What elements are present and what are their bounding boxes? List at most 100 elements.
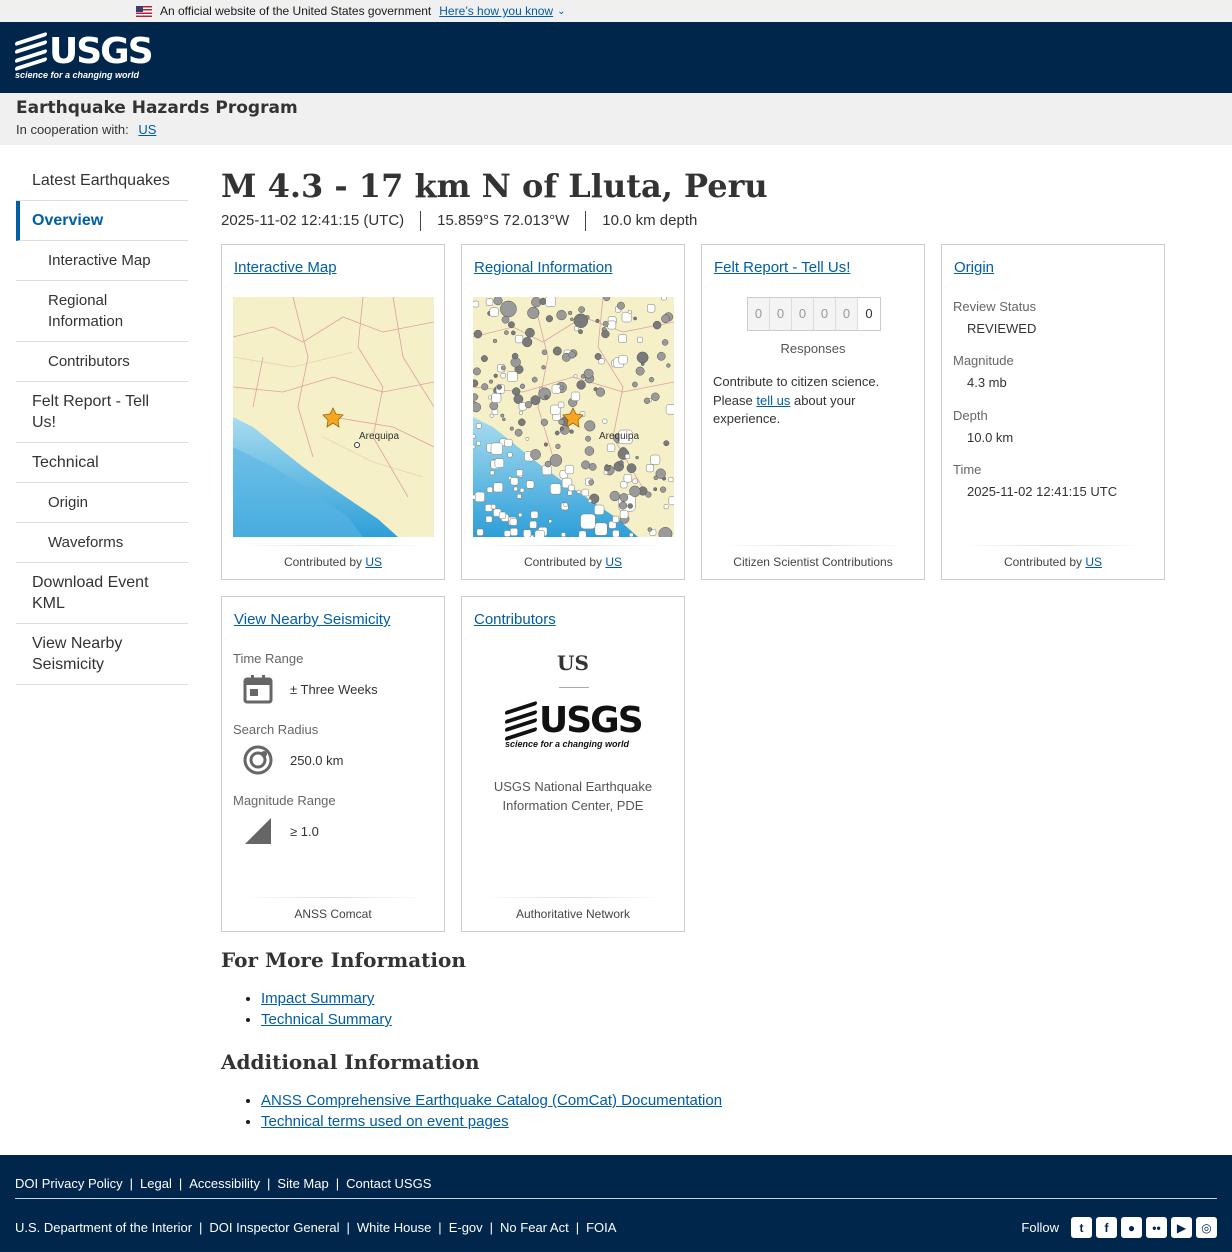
- list-item: Technical terms used on event pages: [261, 1111, 1021, 1132]
- seismicity-marker: [576, 380, 586, 390]
- radius-target-icon: [243, 745, 273, 775]
- card-origin[interactable]: Origin Review Status REVIEWED Magnitude …: [941, 244, 1165, 580]
- twitter-icon[interactable]: t: [1071, 1217, 1092, 1238]
- seismicity-marker: [523, 529, 532, 537]
- comcat-documentation-link[interactable]: ANSS Comprehensive Earthquake Catalog (C…: [261, 1092, 722, 1109]
- tell-us-link[interactable]: tell us: [756, 393, 790, 408]
- contributed-by-link[interactable]: US: [605, 555, 622, 569]
- seismicity-marker: [512, 387, 521, 396]
- footer-link-foia[interactable]: FOIA: [586, 1220, 616, 1235]
- sidebar-item-interactive-map[interactable]: Interactive Map: [16, 241, 188, 281]
- seismicity-marker: [514, 334, 524, 344]
- seismicity-marker: [507, 321, 515, 329]
- regional-information-link[interactable]: Regional Information: [474, 259, 612, 276]
- sidebar-item-latest-earthquakes[interactable]: Latest Earthquakes: [16, 161, 188, 201]
- footer-link-no-fear[interactable]: No Fear Act: [500, 1220, 569, 1235]
- card-interactive-map[interactable]: Interactive Map Arequipa Contributed by …: [221, 244, 445, 580]
- footer-link-white-house[interactable]: White House: [357, 1220, 431, 1235]
- list-item: Impact Summary: [261, 988, 1021, 1009]
- seismicity-marker: [496, 384, 502, 390]
- sidebar-item-waveforms[interactable]: Waveforms: [16, 523, 188, 563]
- usgs-logo[interactable]: USGS science for a changing world: [15, 31, 154, 80]
- sidebar-item-felt-report[interactable]: Felt Report - Tell Us!: [16, 382, 188, 443]
- footer-link-interior[interactable]: U.S. Department of the Interior: [15, 1220, 192, 1235]
- seismicity-marker: [488, 395, 492, 400]
- seismicity-marker: [626, 463, 637, 474]
- seismicity-marker: [663, 440, 670, 447]
- seismicity-marker: [627, 503, 633, 509]
- seismicity-marker: [650, 454, 661, 465]
- counter-digit: 0: [770, 298, 792, 330]
- seismicity-marker: [518, 418, 526, 427]
- youtube-icon[interactable]: ▶: [1171, 1217, 1192, 1238]
- seismicity-marker: [647, 304, 656, 313]
- interactive-map-link[interactable]: Interactive Map: [234, 259, 337, 276]
- sidebar-item-origin[interactable]: Origin: [16, 483, 188, 523]
- usgs-tagline: science for a changing world: [15, 69, 140, 80]
- nearby-seismicity-link[interactable]: View Nearby Seismicity: [234, 611, 390, 628]
- footer-link-inspector-general[interactable]: DOI Inspector General: [209, 1220, 339, 1235]
- counter-digit: 0: [814, 298, 836, 330]
- impact-summary-link[interactable]: Impact Summary: [261, 990, 374, 1007]
- seismicity-marker: [513, 486, 518, 492]
- seismicity-marker: [503, 530, 511, 537]
- sidebar-item-contributors[interactable]: Contributors: [16, 342, 188, 382]
- sidebar-nav: Latest Earthquakes Overview Interactive …: [16, 161, 188, 685]
- counter-digit: 0: [858, 298, 880, 330]
- technical-summary-link[interactable]: Technical Summary: [261, 1011, 392, 1028]
- felt-report-link[interactable]: Felt Report - Tell Us!: [714, 259, 850, 276]
- footer-link-egov[interactable]: E-gov: [449, 1220, 483, 1235]
- seismicity-marker: [609, 490, 620, 502]
- nearby-footer: ANSS Comcat: [222, 897, 444, 921]
- origin-link[interactable]: Origin: [954, 259, 994, 276]
- depth-value: 10.0 km: [967, 430, 1014, 445]
- contributed-by-link[interactable]: US: [365, 555, 382, 569]
- seismicity-marker: [643, 397, 651, 404]
- seismicity-marker: [534, 530, 545, 537]
- regional-map-thumbnail[interactable]: Arequipa: [473, 297, 674, 537]
- follow-social: Follow t f ● •• ▶ ◎: [1021, 1217, 1217, 1238]
- usgs-waves-icon: [15, 31, 47, 72]
- flickr-icon[interactable]: ••: [1146, 1217, 1167, 1238]
- sidebar-item-regional-information[interactable]: Regional Information: [16, 281, 188, 342]
- card-regional-information[interactable]: Regional Information Arequipa Contribute…: [461, 244, 685, 580]
- seismicity-marker: [665, 404, 674, 415]
- github-icon[interactable]: ●: [1121, 1217, 1142, 1238]
- technical-terms-link[interactable]: Technical terms used on event pages: [261, 1113, 509, 1130]
- chevron-down-icon[interactable]: ⌄: [557, 6, 565, 17]
- seismicity-marker: [583, 368, 594, 379]
- footer-link-privacy[interactable]: DOI Privacy Policy: [15, 1176, 123, 1191]
- seismicity-marker: [621, 311, 633, 323]
- seismicity-marker: [509, 527, 518, 536]
- seismicity-marker: [473, 393, 479, 401]
- sidebar-item-download-kml[interactable]: Download Event KML: [16, 563, 188, 624]
- sidebar-item-overview[interactable]: Overview: [16, 201, 188, 241]
- seismicity-marker: [588, 499, 592, 503]
- footer-link-contact[interactable]: Contact USGS: [346, 1176, 431, 1191]
- time-range-row: ± Three Weeks: [242, 673, 378, 705]
- heres-how-you-know-link[interactable]: Here’s how you know: [439, 4, 553, 18]
- list-item: ANSS Comprehensive Earthquake Catalog (C…: [261, 1090, 1021, 1111]
- seismicity-marker: [510, 330, 516, 336]
- cooperation-link-us[interactable]: US: [138, 122, 156, 137]
- contributed-by-link[interactable]: US: [1085, 555, 1102, 569]
- contributor-usgs-logo: USGS science for a changing world: [505, 700, 644, 749]
- sidebar-item-technical[interactable]: Technical: [16, 443, 188, 483]
- program-title[interactable]: Earthquake Hazards Program: [16, 98, 1216, 118]
- seismicity-marker: [661, 339, 669, 346]
- sidebar-item-nearby-seismicity[interactable]: View Nearby Seismicity: [16, 624, 188, 685]
- seismicity-marker: [645, 464, 654, 473]
- footer-link-site-map[interactable]: Site Map: [277, 1176, 328, 1191]
- contributors-link[interactable]: Contributors: [474, 611, 556, 628]
- card-nearby-seismicity[interactable]: View Nearby Seismicity Time Range ± Thre…: [221, 596, 445, 932]
- seismicity-marker: [620, 481, 628, 489]
- footer-link-legal[interactable]: Legal: [140, 1176, 172, 1191]
- interactive-map-thumbnail[interactable]: Arequipa: [233, 297, 434, 537]
- card-felt-report[interactable]: Felt Report - Tell Us! 0 0 0 0 0 0 Respo…: [701, 244, 925, 580]
- instagram-icon[interactable]: ◎: [1196, 1217, 1217, 1238]
- seismicity-marker: [485, 298, 494, 306]
- card-contributors[interactable]: Contributors US USGS science for a chang…: [461, 596, 685, 932]
- footer-link-accessibility[interactable]: Accessibility: [189, 1176, 260, 1191]
- seismicity-marker: [633, 316, 637, 321]
- facebook-icon[interactable]: f: [1096, 1217, 1117, 1238]
